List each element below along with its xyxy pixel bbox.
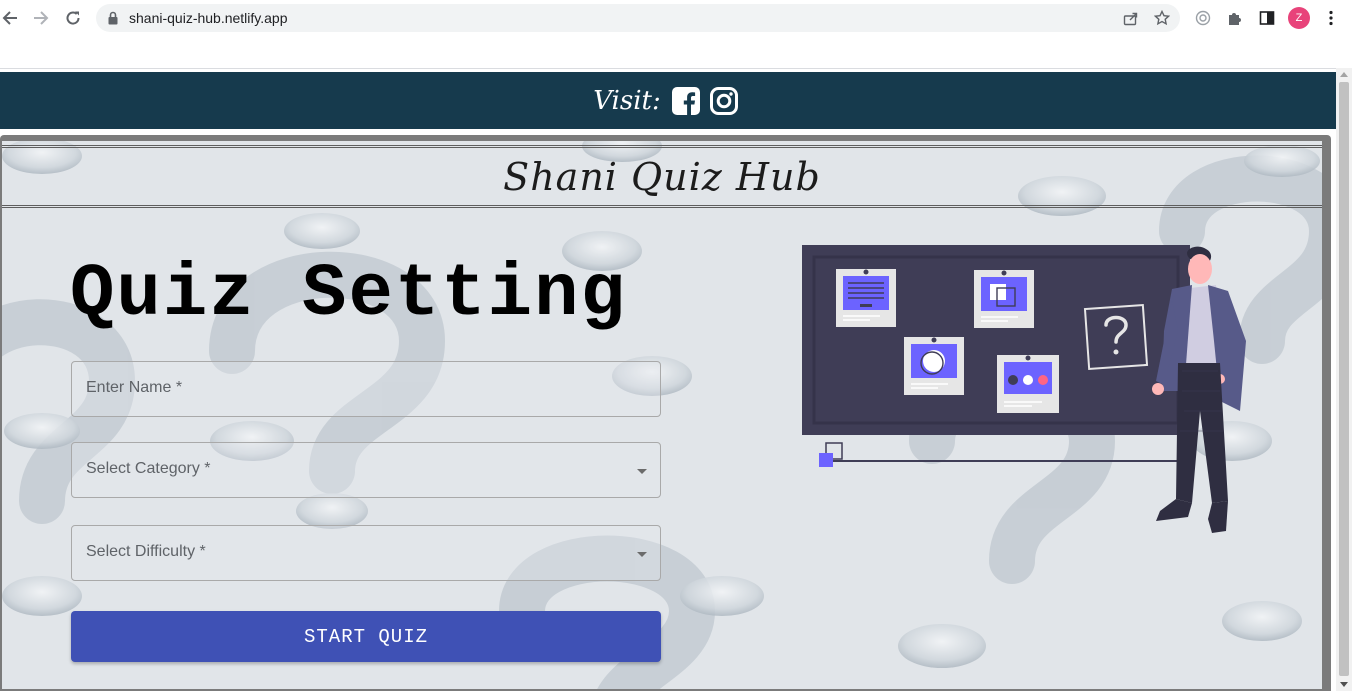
- bookmark-star-icon[interactable]: [1153, 9, 1171, 27]
- visit-label: Visit:: [593, 85, 661, 116]
- name-field-label: Enter Name *: [86, 379, 183, 396]
- chevron-down-icon: [637, 552, 647, 557]
- visit-banner: Visit:: [0, 72, 1336, 129]
- menu-icon[interactable]: [1321, 8, 1341, 28]
- start-quiz-button[interactable]: START QUIZ: [71, 611, 661, 662]
- address-bar[interactable]: shani-quiz-hub.netlify.app: [96, 4, 1180, 32]
- category-select[interactable]: Select Category *: [71, 442, 661, 498]
- forward-icon[interactable]: [31, 8, 51, 28]
- instagram-icon[interactable]: [709, 86, 738, 115]
- scroll-down-icon[interactable]: [1340, 682, 1348, 687]
- difficulty-select[interactable]: Select Difficulty *: [71, 525, 661, 581]
- side-panel-icon[interactable]: [1257, 8, 1277, 28]
- browser-toolbar: shani-quiz-hub.netlify.app Z: [0, 0, 1352, 36]
- quiz-stage: Shani Quiz Hub Quiz Setting Enter Name *…: [2, 141, 1322, 689]
- page-title: Quiz Setting: [70, 253, 627, 337]
- main-frame: Shani Quiz Hub Quiz Setting Enter Name *…: [0, 135, 1331, 691]
- back-icon[interactable]: [0, 8, 20, 28]
- brand-header: Shani Quiz Hub: [2, 145, 1322, 208]
- reload-icon[interactable]: [63, 8, 83, 28]
- page-viewport: Visit: Shani Quiz Hub Quiz Setting Enter…: [0, 68, 1336, 691]
- page-scrollbar[interactable]: [1336, 68, 1352, 691]
- chevron-down-icon: [637, 469, 647, 474]
- extension-icon[interactable]: [1193, 8, 1213, 28]
- category-select-label: Select Category *: [86, 460, 211, 477]
- site-title: Shani Quiz Hub: [503, 154, 821, 199]
- scroll-up-icon[interactable]: [1340, 72, 1348, 77]
- difficulty-select-label: Select Difficulty *: [86, 543, 206, 560]
- scroll-thumb[interactable]: [1339, 82, 1349, 676]
- puzzle-icon[interactable]: [1225, 8, 1245, 28]
- lock-icon[interactable]: [108, 11, 118, 25]
- presentation-board-illustration: [802, 245, 1246, 533]
- facebook-icon[interactable]: [671, 86, 700, 115]
- url-text[interactable]: shani-quiz-hub.netlify.app: [129, 10, 288, 26]
- share-icon[interactable]: [1122, 9, 1140, 27]
- name-field[interactable]: Enter Name *: [71, 361, 661, 417]
- avatar[interactable]: Z: [1288, 7, 1310, 29]
